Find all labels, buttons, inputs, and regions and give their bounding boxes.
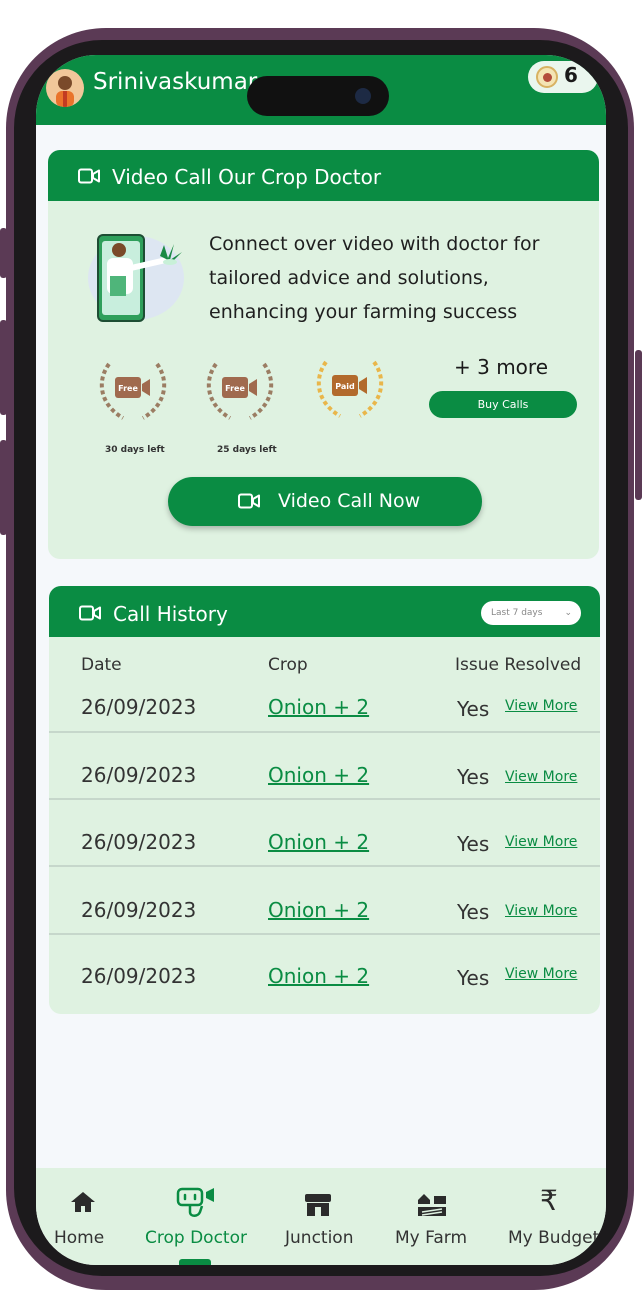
- active-indicator: [179, 1259, 211, 1265]
- row-resolved: Yes: [457, 697, 490, 721]
- side-button-volume-up: [0, 320, 7, 415]
- nav-label-home: Home: [54, 1228, 105, 1248]
- column-header-date: Date: [81, 655, 122, 675]
- row-crop-link[interactable]: Onion + 2: [268, 695, 369, 719]
- svg-text:Free: Free: [225, 384, 245, 393]
- chevron-down-icon: ⌄: [564, 608, 572, 618]
- free-call-badge-2[interactable]: Free: [200, 354, 280, 424]
- more-plans-text: + 3 more: [454, 355, 549, 379]
- nav-label-my-farm: My Farm: [395, 1228, 468, 1248]
- view-more-link[interactable]: View More: [505, 966, 577, 982]
- date-range-value: Last 7 days: [491, 608, 543, 618]
- row-crop-link[interactable]: Onion + 2: [268, 830, 369, 854]
- row-date: 26/09/2023: [81, 964, 197, 988]
- video-call-card-title: Video Call Our Crop Doctor: [112, 165, 382, 189]
- nav-item-crop-doctor[interactable]: Crop Doctor: [139, 1168, 253, 1265]
- stethoscope-icon: [176, 1187, 214, 1217]
- avatar[interactable]: [46, 69, 84, 107]
- view-more-link[interactable]: View More: [505, 903, 577, 919]
- video-call-card: Video Call Our Crop Doctor Connect over …: [48, 150, 599, 559]
- video-call-description: Connect over video with doctor for tailo…: [209, 233, 540, 323]
- date-range-select[interactable]: Last 7 days ⌄: [481, 601, 581, 625]
- column-header-crop: Crop: [268, 655, 308, 675]
- nav-label-junction: Junction: [285, 1228, 354, 1248]
- call-history-title: Call History: [113, 602, 228, 626]
- farm-icon: [418, 1194, 446, 1216]
- bottom-nav: Home Crop Doctor Junction My Farm ₹ My B…: [36, 1168, 606, 1265]
- free-call-badge-1[interactable]: Free: [93, 354, 173, 424]
- paid-call-badge[interactable]: Paid: [310, 352, 390, 422]
- video-camera-icon: [78, 168, 100, 184]
- row-resolved: Yes: [457, 900, 490, 924]
- rupee-icon: ₹: [540, 1184, 558, 1217]
- row-resolved: Yes: [457, 832, 490, 856]
- coin-count: 6: [564, 63, 578, 87]
- nav-item-my-budget[interactable]: ₹ My Budget: [502, 1168, 606, 1265]
- svg-text:Free: Free: [118, 384, 138, 393]
- nav-item-junction[interactable]: Junction: [276, 1168, 366, 1265]
- side-button-power: [635, 350, 642, 500]
- side-button-volume-down: [0, 440, 7, 535]
- row-divider: [49, 731, 600, 733]
- view-more-link[interactable]: View More: [505, 698, 577, 714]
- row-date: 26/09/2023: [81, 695, 197, 719]
- row-date: 26/09/2023: [81, 830, 197, 854]
- buy-calls-button[interactable]: Buy Calls: [429, 391, 577, 418]
- gold-laurel-icon: Paid: [316, 360, 384, 418]
- nav-item-my-farm[interactable]: My Farm: [388, 1168, 484, 1265]
- video-camera-icon: [238, 493, 260, 509]
- badge-days-left-2: 25 days left: [217, 445, 277, 455]
- user-name: Srinivaskumar: [93, 69, 258, 95]
- view-more-link[interactable]: View More: [505, 769, 577, 785]
- doctor-illustration: [88, 234, 184, 322]
- row-resolved: Yes: [457, 966, 490, 990]
- row-divider: [49, 865, 600, 867]
- badge-days-left-1: 30 days left: [105, 445, 165, 455]
- video-call-now-button[interactable]: Video Call Now: [168, 477, 482, 526]
- svg-text:Paid: Paid: [335, 382, 355, 391]
- nav-label-my-budget: My Budget: [508, 1228, 600, 1248]
- row-crop-link[interactable]: Onion + 2: [268, 964, 369, 988]
- row-date: 26/09/2023: [81, 898, 197, 922]
- view-more-link[interactable]: View More: [505, 834, 577, 850]
- row-crop-link[interactable]: Onion + 2: [268, 898, 369, 922]
- store-icon: [305, 1194, 331, 1216]
- row-crop-link[interactable]: Onion + 2: [268, 763, 369, 787]
- laurel-icon: Free: [206, 362, 274, 420]
- column-header-resolved: Issue Resolved: [455, 655, 582, 675]
- video-call-now-label: Video Call Now: [278, 490, 421, 512]
- row-resolved: Yes: [457, 765, 490, 789]
- row-date: 26/09/2023: [81, 763, 197, 787]
- laurel-icon: Free: [99, 362, 167, 420]
- side-button-mute: [0, 228, 7, 278]
- video-camera-icon: [79, 605, 101, 621]
- call-history-card: Call History Last 7 days ⌄ Date Crop Iss…: [49, 586, 600, 1014]
- row-divider: [49, 798, 600, 800]
- app-screen: Srinivaskumar 6 Video Call Our Crop Doct…: [36, 55, 606, 1265]
- home-icon: [71, 1192, 95, 1212]
- call-history-header: Call History Last 7 days ⌄: [49, 586, 600, 637]
- coin-icon: [536, 66, 558, 88]
- video-call-card-header: Video Call Our Crop Doctor: [48, 150, 599, 201]
- row-divider: [49, 933, 600, 935]
- camera-icon: [355, 88, 371, 104]
- nav-item-home[interactable]: Home: [36, 1168, 130, 1265]
- nav-label-crop-doctor: Crop Doctor: [145, 1228, 247, 1248]
